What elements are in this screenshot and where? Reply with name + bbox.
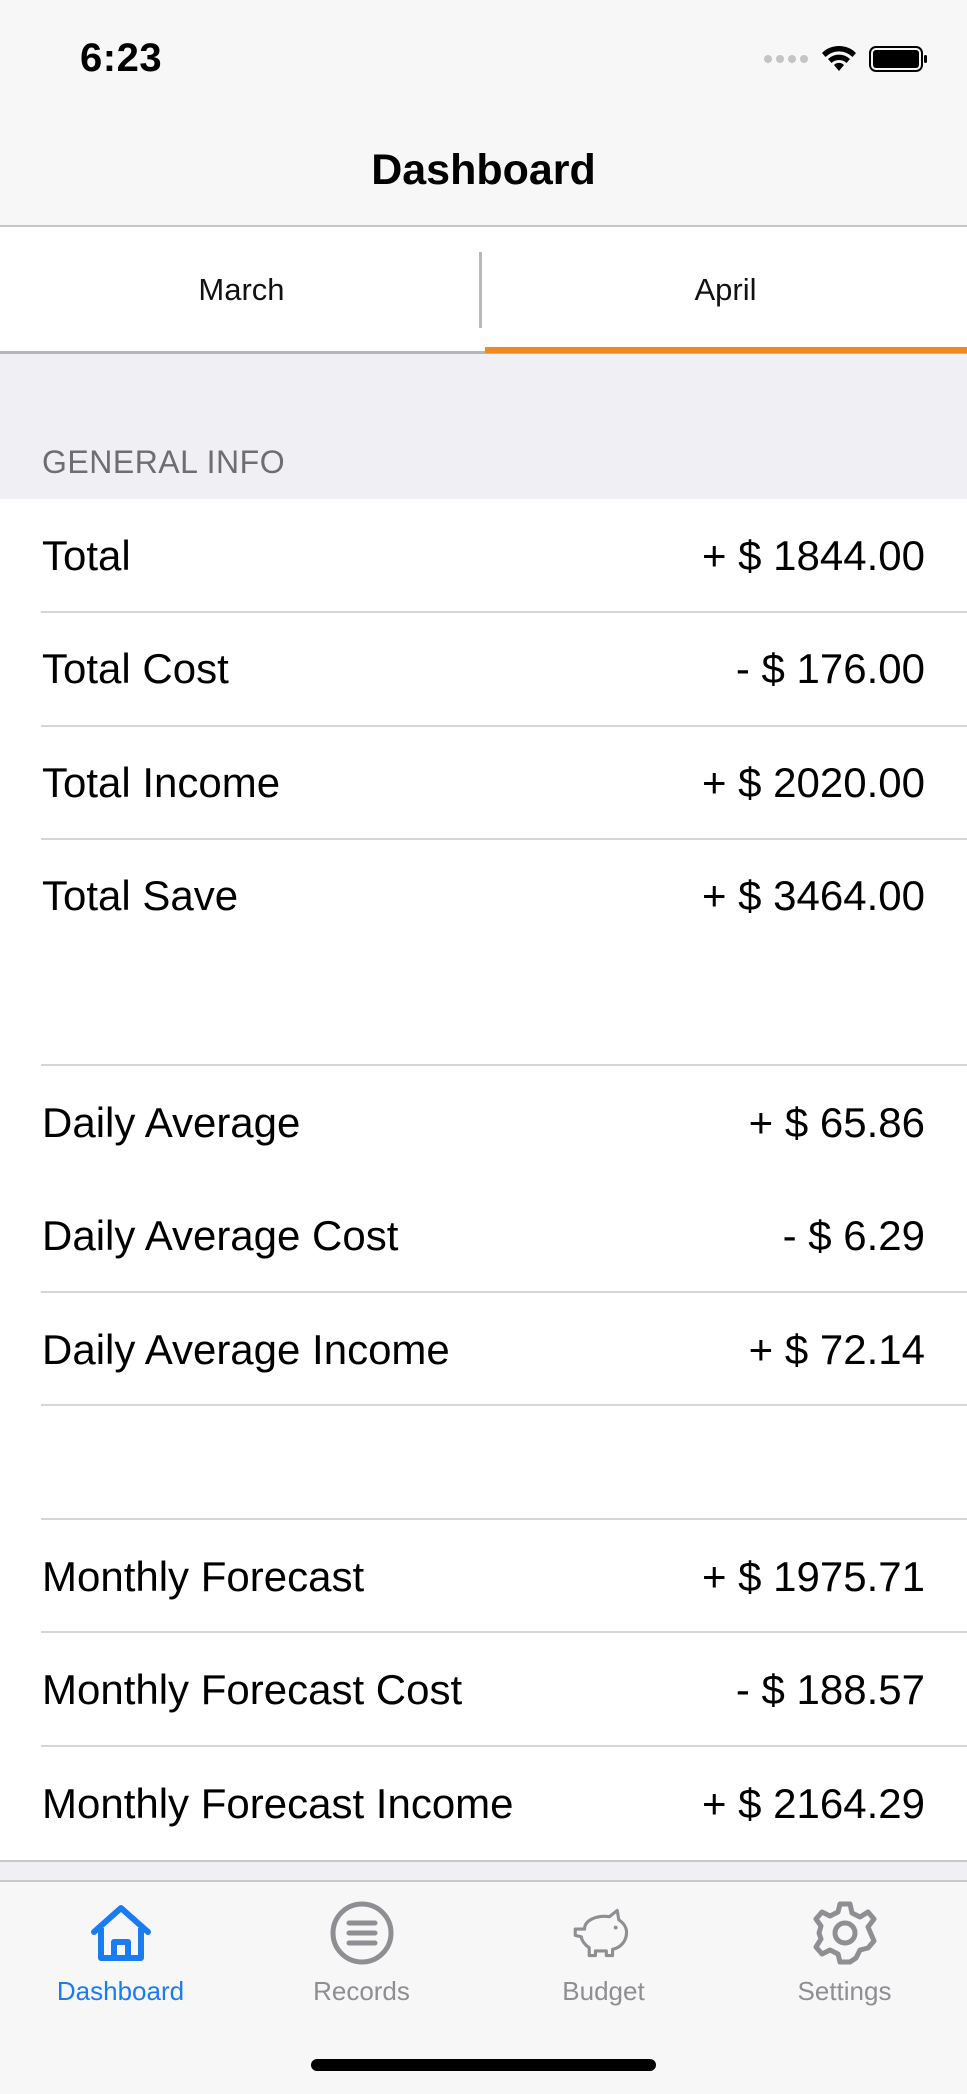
row-value: + $ 72.14 [748,1325,925,1373]
list-row-monthly-forecast: Monthly Forecast + $ 1975.71 [0,1520,967,1633]
row-value: + $ 2020.00 [701,758,925,806]
selected-segment-indicator [485,347,967,353]
tab-budget[interactable]: Budget [483,1882,724,2032]
month-segmented-control: March April [0,228,967,354]
row-value: - $ 176.00 [735,644,925,692]
home-indicator[interactable] [311,2059,656,2071]
row-value: + $ 3464.00 [701,871,925,919]
tab-label: Budget [562,1976,645,2006]
tab-settings[interactable]: Settings [724,1882,965,2032]
row-label: Total Income [42,758,281,806]
list-row-total-cost: Total Cost - $ 176.00 [0,612,967,725]
status-time: 6:23 [80,36,163,80]
status-bar: 6:23 [0,0,967,110]
row-value: + $ 1844.00 [701,531,925,579]
tab-dashboard[interactable]: Dashboard [0,1882,241,2032]
segment-divider [479,252,482,328]
list-row-monthly-forecast-cost: Monthly Forecast Cost - $ 188.57 [0,1633,967,1746]
tab-label: Records [313,1976,410,2006]
gear-icon [813,1901,876,1965]
navigation-bar: Dashboard [0,110,967,227]
wifi-icon [822,45,856,71]
row-value: + $ 2164.29 [701,1779,925,1827]
list-row-daily-average-cost: Daily Average Cost - $ 6.29 [0,1179,967,1292]
row-value: - $ 6.29 [782,1211,925,1259]
list-row-daily-average-income: Daily Average Income + $ 72.14 [0,1293,967,1406]
row-label: Monthly Forecast [42,1552,365,1600]
tab-records[interactable]: Records [241,1882,482,2032]
battery-icon [869,46,927,72]
home-icon [90,1905,151,1961]
row-value: - $ 188.57 [735,1665,925,1713]
row-value: + $ 65.86 [748,1098,925,1146]
row-label: Daily Average Cost [42,1211,399,1259]
list-row-total-save: Total Save + $ 3464.00 [0,839,967,952]
cellular-signal-icon [764,55,808,63]
row-label: Daily Average [42,1098,301,1146]
page-title: Dashboard [371,146,596,194]
row-label: Total [42,531,131,579]
segment-march[interactable]: March [0,228,483,351]
list-icon [330,1901,393,1965]
segment-april[interactable]: April [484,228,967,351]
tab-label: Settings [797,1976,892,2006]
row-value: + $ 1975.71 [701,1552,925,1600]
status-icons [763,44,929,74]
row-label: Monthly Forecast Cost [42,1665,463,1713]
row-label: Total Cost [42,644,229,692]
row-label: Total Save [42,871,239,919]
list-row-daily-average: Daily Average + $ 65.86 [0,1066,967,1179]
piggy-bank-icon [573,1908,628,1958]
list-row-total: Total + $ 1844.00 [0,499,967,612]
list-bottom-gap [0,1862,967,1880]
list-row-monthly-forecast-income: Monthly Forecast Income + $ 2164.29 [0,1747,967,1860]
list-row-total-income: Total Income + $ 2020.00 [0,726,967,839]
row-label: Monthly Forecast Income [42,1779,514,1827]
divider [41,1404,967,1406]
tab-label: Dashboard [56,1976,185,2006]
row-label: Daily Average Income [42,1325,450,1373]
section-header: GENERAL INFO [42,444,286,480]
tab-bar: Dashboard Records Budget Settings [0,1880,967,2094]
